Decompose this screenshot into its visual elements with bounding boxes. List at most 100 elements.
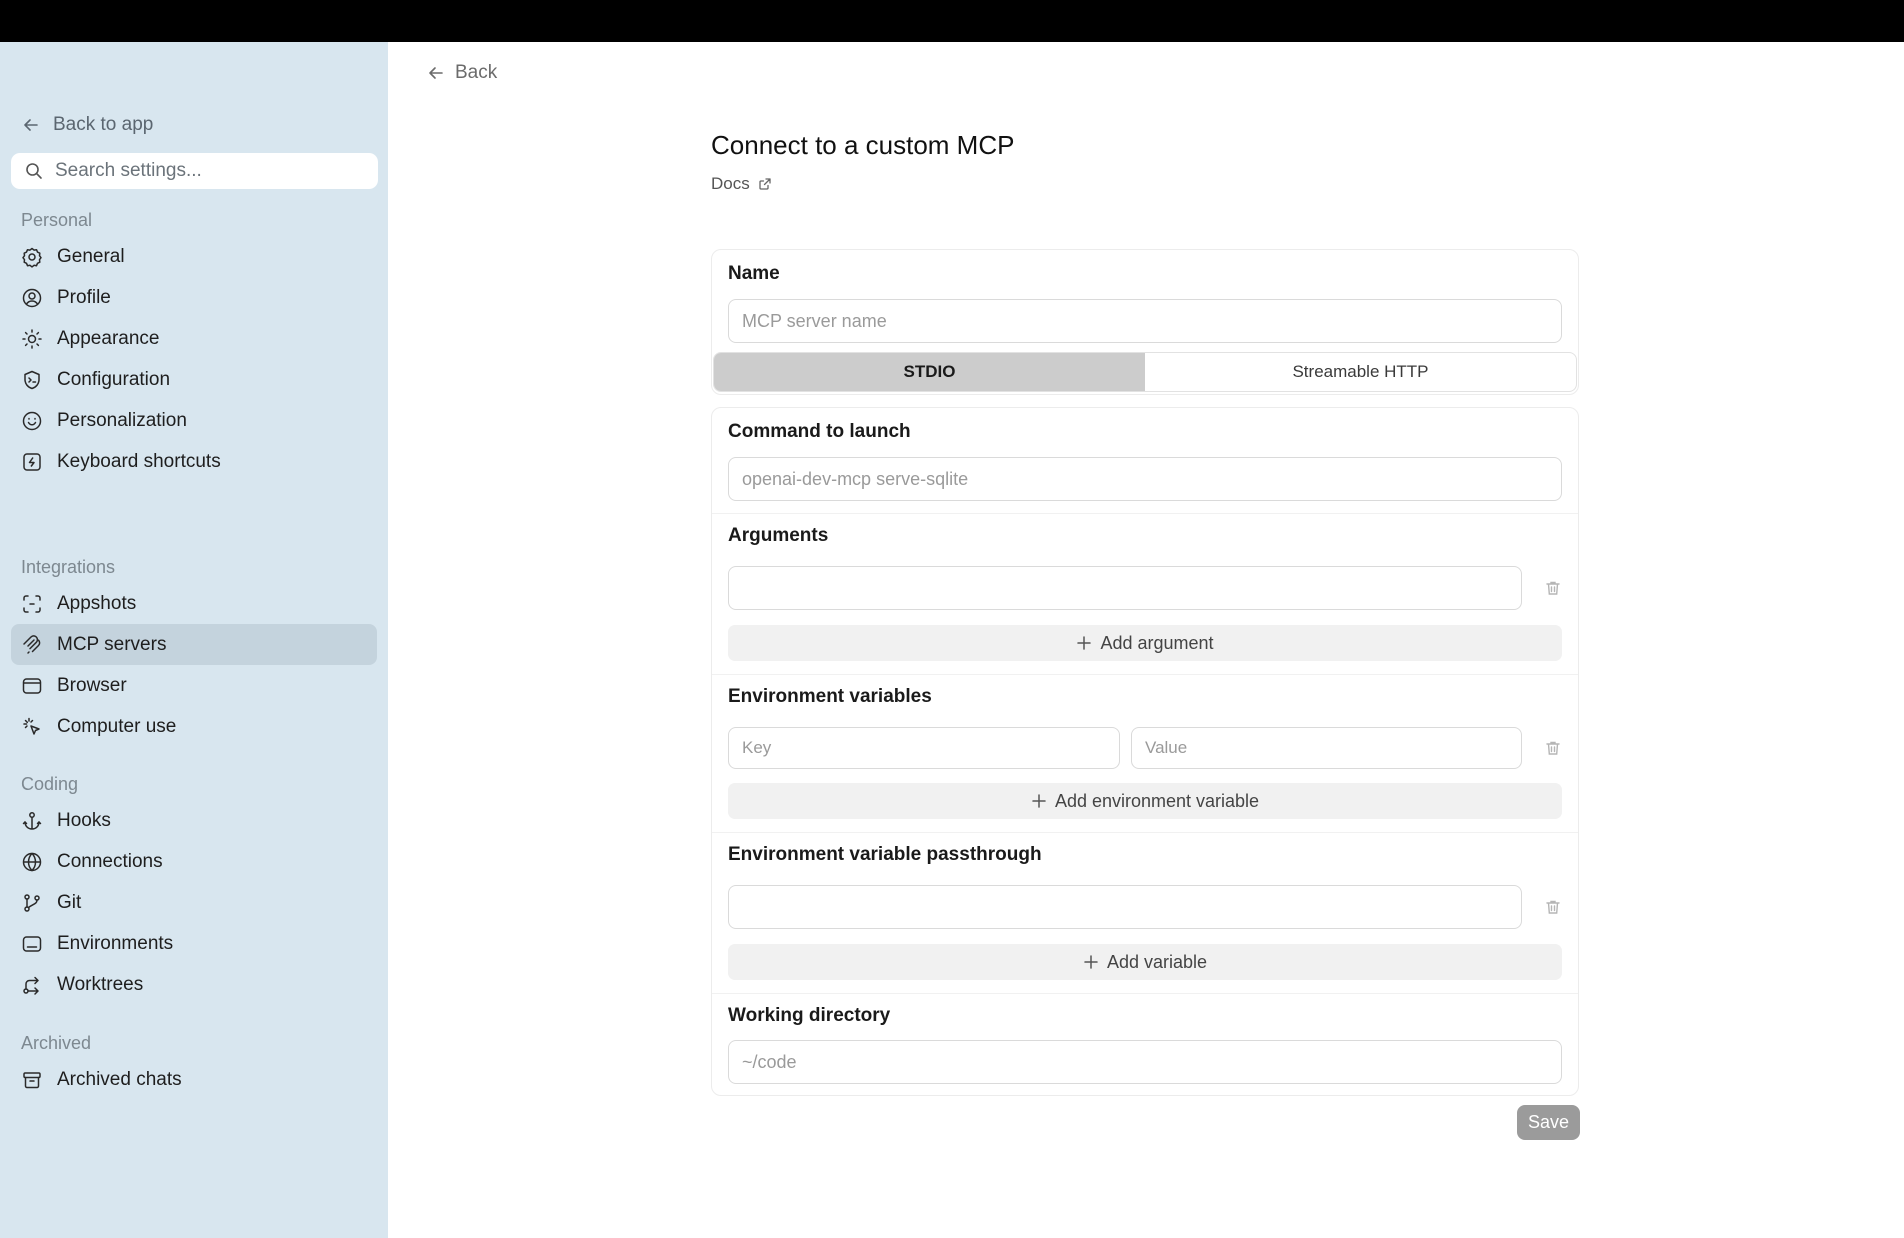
sidebar-item-label: MCP servers (57, 633, 167, 655)
env-value-input[interactable] (1131, 727, 1522, 769)
sidebar-item-label: Configuration (57, 368, 171, 390)
sidebar-item-archived-chats[interactable]: Archived chats (11, 1059, 377, 1100)
sidebar-item-git[interactable]: Git (11, 882, 377, 923)
sidebar-item-label: Git (57, 891, 82, 913)
docs-label: Docs (711, 174, 750, 193)
sidebar-item-label: Keyboard shortcuts (57, 450, 221, 472)
sidebar-item-label: Appshots (57, 592, 137, 614)
sidebar-item-worktrees[interactable]: Worktrees (11, 964, 377, 1005)
nav-section-coding: Coding Hooks Connections Git Environment… (0, 768, 388, 1005)
settings-search[interactable] (11, 153, 378, 189)
git-branch-icon (24, 893, 40, 912)
add-env-variable-button[interactable]: Add environment variable (728, 783, 1562, 819)
save-button[interactable]: Save (1517, 1105, 1580, 1140)
sidebar-item-label: Hooks (57, 809, 111, 831)
section-label-coding: Coding (21, 774, 79, 794)
arrow-left-icon (429, 67, 443, 79)
trash-icon[interactable] (1544, 739, 1562, 757)
tab-stdio[interactable]: STDIO (714, 353, 1145, 391)
working-directory-label: Working directory (728, 1005, 891, 1026)
nav-section-archived: Archived Archived chats (0, 1027, 388, 1100)
section-label-integrations: Integrations (21, 557, 116, 577)
sidebar-item-label: General (57, 245, 125, 267)
sidebar-item-label: Worktrees (57, 973, 144, 995)
passthrough-label: Environment variable passthrough (728, 844, 1042, 865)
external-link-icon (759, 178, 771, 190)
divider (712, 993, 1578, 994)
nav-section-personal: Personal General Profile Appearance Conf… (0, 204, 388, 482)
arguments-label: Arguments (728, 525, 829, 546)
shield-icon (24, 370, 40, 389)
terminal-window-icon (22, 935, 42, 952)
sidebar-item-personalization[interactable]: Personalization (11, 400, 377, 441)
back-to-app-link[interactable]: Back to app (21, 110, 153, 140)
settings-window: Back to app Personal General Profile App… (0, 42, 1904, 1238)
archive-icon (23, 1071, 41, 1088)
plus-icon (1084, 955, 1098, 969)
keyboard-icon (23, 452, 41, 471)
search-icon (26, 163, 42, 179)
sidebar-item-keyboard-shortcuts[interactable]: Keyboard shortcuts (11, 441, 377, 482)
passthrough-input[interactable] (728, 885, 1522, 929)
sidebar-item-label: Profile (57, 286, 111, 308)
tab-streamable-http[interactable]: Streamable HTTP (1145, 353, 1576, 391)
name-label: Name (728, 263, 780, 284)
trash-icon[interactable] (1544, 898, 1562, 916)
anchor-icon (22, 811, 42, 830)
section-label-archived: Archived (21, 1033, 92, 1053)
gear-icon (22, 247, 42, 268)
sidebar-item-label: Archived chats (57, 1068, 182, 1090)
sun-icon (22, 328, 42, 349)
screenshot-icon (23, 594, 41, 613)
page-title: Connect to a custom MCP (711, 130, 1015, 160)
divider (712, 674, 1578, 675)
add-argument-button[interactable]: Add argument (728, 625, 1562, 661)
sidebar-item-appearance[interactable]: Appearance (11, 318, 377, 359)
command-label: Command to launch (728, 421, 911, 442)
sidebar-item-configuration[interactable]: Configuration (11, 359, 377, 400)
sidebar-item-browser[interactable]: Browser (11, 665, 377, 706)
globe-icon (22, 851, 42, 872)
sidebar-item-environments[interactable]: Environments (11, 923, 377, 964)
sidebar-item-appshots[interactable]: Appshots (11, 583, 377, 624)
command-input[interactable] (728, 457, 1562, 501)
smile-icon (22, 411, 42, 430)
plus-icon (1032, 794, 1046, 808)
main-content: Back Connect to a custom MCP Docs Name S… (388, 42, 1904, 1238)
back-to-app-label: Back to app (53, 114, 154, 135)
working-directory-input[interactable] (728, 1040, 1562, 1084)
add-variable-label: Add variable (1106, 951, 1208, 972)
cursor-click-icon (23, 717, 40, 735)
search-input[interactable] (55, 160, 355, 182)
sidebar-item-label: Computer use (57, 715, 177, 737)
sidebar-item-general[interactable]: General (11, 236, 377, 277)
sidebar-item-hooks[interactable]: Hooks (11, 800, 377, 841)
docs-link[interactable]: Docs (711, 174, 772, 194)
trash-icon[interactable] (1544, 579, 1562, 597)
back-button[interactable]: Back (426, 62, 497, 84)
divider (712, 832, 1578, 833)
arrow-left-icon (24, 119, 38, 131)
sidebar-item-computer-use[interactable]: Computer use (11, 706, 377, 747)
nav-section-integrations: Integrations Appshots MCP servers Browse… (0, 551, 388, 747)
sidebar-item-connections[interactable]: Connections (11, 841, 377, 882)
stdio-config-card: Command to launch Arguments Add argument… (711, 407, 1579, 1096)
sidebar-item-label: Personalization (57, 409, 187, 431)
worktree-icon (23, 976, 39, 995)
name-card: Name STDIO Streamable HTTP (711, 249, 1579, 395)
add-argument-label: Add argument (1100, 632, 1214, 653)
env-key-input[interactable] (728, 727, 1120, 769)
section-label-personal: Personal (21, 210, 93, 230)
argument-input[interactable] (728, 566, 1522, 610)
name-input[interactable] (728, 299, 1562, 343)
sidebar-item-mcp-servers[interactable]: MCP servers (11, 624, 377, 665)
sidebar-item-label: Environments (57, 932, 174, 954)
back-label: Back (455, 62, 498, 83)
mcp-icon (23, 634, 41, 654)
sidebar-item-label: Appearance (57, 327, 160, 349)
add-variable-button[interactable]: Add variable (728, 944, 1562, 980)
env-vars-label: Environment variables (728, 686, 932, 707)
sidebar-item-profile[interactable]: Profile (11, 277, 377, 318)
plus-icon (1077, 636, 1092, 650)
add-env-label: Add environment variable (1054, 790, 1260, 811)
